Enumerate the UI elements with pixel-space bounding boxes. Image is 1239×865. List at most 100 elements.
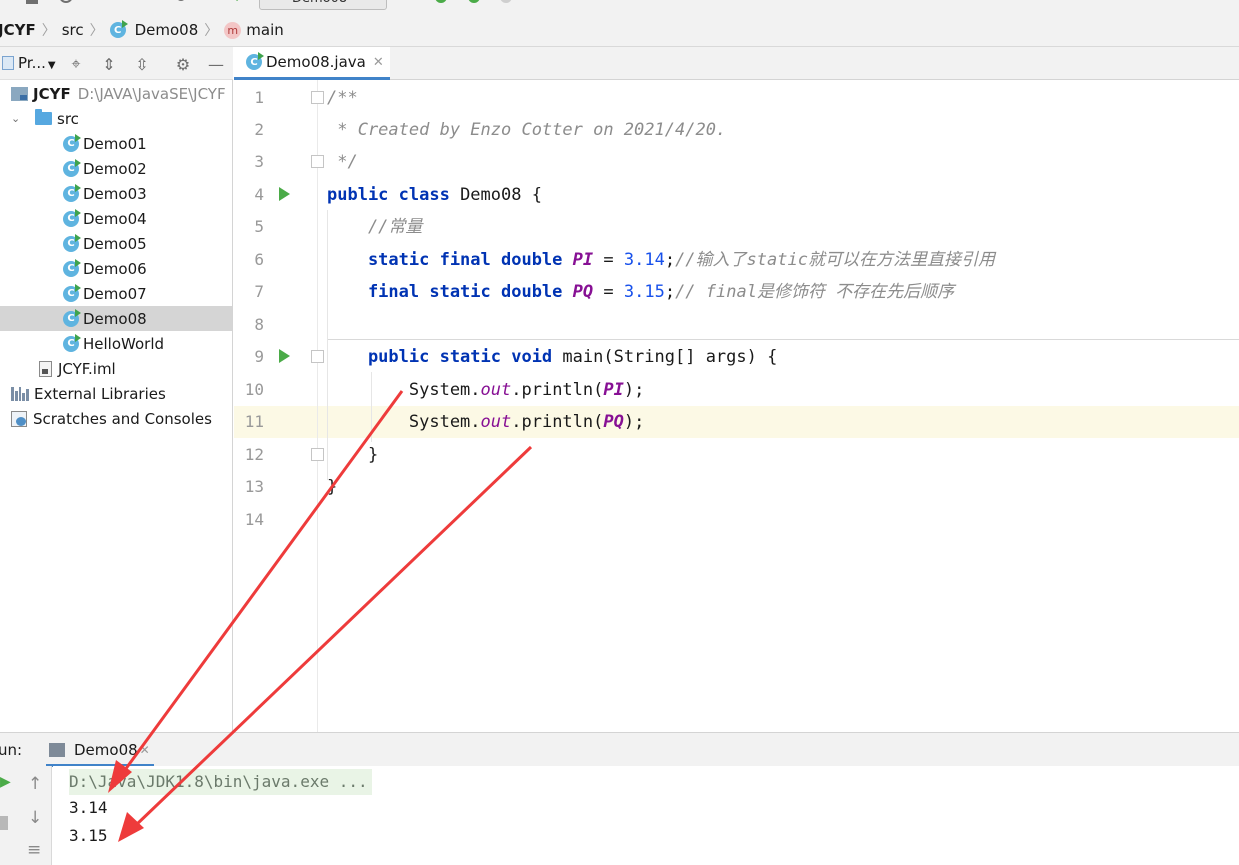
module-icon (11, 86, 28, 101)
tree-item-class[interactable]: C HelloWorld (0, 331, 232, 356)
gear-icon[interactable]: ⚙ (173, 54, 193, 74)
breadcrumb-class[interactable]: C Demo08 (109, 20, 198, 39)
tree-item-class[interactable]: C Demo04 (0, 206, 232, 231)
project-view-selector[interactable]: Pr... ▼ (18, 54, 56, 72)
tree-item-class[interactable]: C Demo07 (0, 281, 232, 306)
console-output-line: 3.14 (69, 798, 108, 817)
run-icon[interactable] (403, 0, 419, 8)
locate-icon[interactable]: ⌖ (66, 54, 86, 74)
class-icon: C (63, 283, 81, 302)
tree-item-class[interactable]: C Demo01 (0, 131, 232, 156)
run-toolbar: ▶ ↑ ↓ ≡ (0, 766, 52, 865)
library-icon (11, 386, 29, 401)
run-toolwindow-header: un: Demo08 ✕ (0, 732, 1239, 767)
project-view-icon (2, 56, 14, 70)
line-number: 8 (254, 315, 264, 334)
arrow-up-icon[interactable]: ↑ (28, 774, 42, 794)
line-number: 1 (254, 88, 264, 107)
debug-icon[interactable] (433, 0, 449, 8)
coverage-icon[interactable] (466, 0, 482, 8)
class-icon: C (63, 133, 81, 152)
line-number: 5 (254, 217, 264, 236)
hide-icon[interactable]: — (206, 54, 226, 74)
code-line-3: */ (327, 152, 358, 172)
tree-item-iml[interactable]: JCYF.iml (0, 356, 232, 381)
project-tree: JCYF D:\JAVA\JavaSE\JCYF ⌄ src C Demo01 C… (0, 80, 233, 732)
rerun-icon[interactable]: ▶ (0, 774, 11, 790)
save-icon[interactable] (24, 0, 40, 8)
iml-file-icon (39, 360, 52, 377)
scratches-icon (11, 410, 27, 427)
chevron-right-icon: 〉 (204, 23, 219, 39)
collapse-all-icon[interactable]: ⇳ (132, 54, 152, 74)
line-number: 12 (244, 445, 264, 464)
project-toolwindow-header: Pr... ▼ ⌖ ⇕ ⇳ ⚙ — (0, 47, 233, 80)
class-icon: C (63, 183, 81, 202)
close-icon[interactable]: ✕ (373, 55, 384, 70)
line-number: 4 (254, 185, 264, 204)
soft-wrap-icon[interactable]: ≡ (27, 840, 41, 860)
arrow-down-icon[interactable]: ↓ (28, 808, 42, 828)
code-line-6: static final double PI = 3.14;//输入了stati… (327, 250, 995, 270)
tree-item-class[interactable]: C Demo05 (0, 231, 232, 256)
method-icon: m (224, 21, 242, 39)
run-tab-demo08[interactable]: Demo08 ✕ (46, 733, 150, 767)
back-icon[interactable] (96, 0, 112, 8)
tab-demo08-java[interactable]: C Demo08.java ✕ (234, 47, 390, 80)
code-line-12: } (327, 445, 379, 465)
class-icon: C (109, 20, 128, 38)
profile-icon[interactable] (498, 0, 514, 8)
line-number: 3 (254, 152, 264, 171)
code-line-5: //常量 (327, 217, 423, 237)
build-icon[interactable] (174, 0, 190, 8)
code-line-10: System.out.println(PI); (327, 380, 645, 400)
line-number: 13 (244, 477, 264, 496)
chevron-down-icon[interactable]: ⌄ (11, 112, 23, 125)
tree-item-class[interactable]: C Demo02 (0, 156, 232, 181)
class-icon: C (63, 308, 81, 327)
expand-all-icon[interactable]: ⇕ (99, 54, 119, 74)
line-number: 9 (254, 347, 264, 366)
line-number: 2 (254, 120, 264, 139)
console-output[interactable]: D:\Java\JDK1.8\bin\java.exe ... 3.14 3.1… (53, 766, 1239, 865)
forward-icon[interactable] (138, 0, 154, 8)
back-run-icon[interactable] (230, 0, 246, 8)
run-gutter-icon[interactable] (279, 187, 290, 201)
code-line-1: /** (327, 88, 358, 108)
main-toolbar: Demo08 (0, 0, 1239, 14)
breadcrumb-src[interactable]: src (62, 21, 84, 39)
class-icon: C (63, 208, 81, 227)
code-line-11: System.out.println(PQ); (327, 412, 645, 432)
class-icon: C (63, 158, 81, 177)
folder-icon (35, 109, 52, 125)
breadcrumb-method[interactable]: m main (224, 21, 284, 39)
tree-item-external-libraries[interactable]: External Libraries (0, 381, 232, 406)
close-icon[interactable]: ✕ (140, 743, 150, 757)
caret-down-icon: ▼ (47, 60, 56, 71)
line-number: 10 (244, 380, 264, 399)
line-number: 7 (254, 282, 264, 301)
stop-icon[interactable] (0, 816, 8, 830)
breadcrumb-project[interactable]: JCYF (0, 21, 36, 39)
class-icon: C (246, 52, 264, 70)
tree-item-class[interactable]: C Demo06 (0, 256, 232, 281)
code-line-7: final static double PQ = 3.15;// final是修… (327, 282, 955, 302)
sync-icon[interactable] (58, 0, 74, 8)
tree-item-class[interactable]: C Demo03 (0, 181, 232, 206)
tree-item-project-root[interactable]: JCYF D:\JAVA\JavaSE\JCYF (0, 81, 232, 106)
tree-item-scratches[interactable]: Scratches and Consoles (0, 406, 232, 431)
chevron-right-icon: 〉 (89, 23, 104, 39)
class-icon: C (63, 233, 81, 252)
tree-item-class-selected[interactable]: C Demo08 (0, 306, 232, 331)
code-line-4: public class Demo08 { (327, 185, 542, 205)
editor-tabs: C Demo08.java ✕ (234, 47, 1239, 80)
stop-icon[interactable] (544, 0, 560, 8)
console-command-line: D:\Java\JDK1.8\bin\java.exe ... (69, 769, 372, 795)
run-gutter-icon[interactable] (279, 349, 290, 363)
chevron-right-icon: 〉 (41, 23, 56, 39)
run-configuration-selector[interactable]: Demo08 (259, 0, 387, 10)
tree-item-src[interactable]: ⌄ src (0, 106, 232, 131)
editor-gutter (234, 80, 318, 732)
run-label: un: (0, 740, 23, 759)
class-icon: C (63, 258, 81, 277)
